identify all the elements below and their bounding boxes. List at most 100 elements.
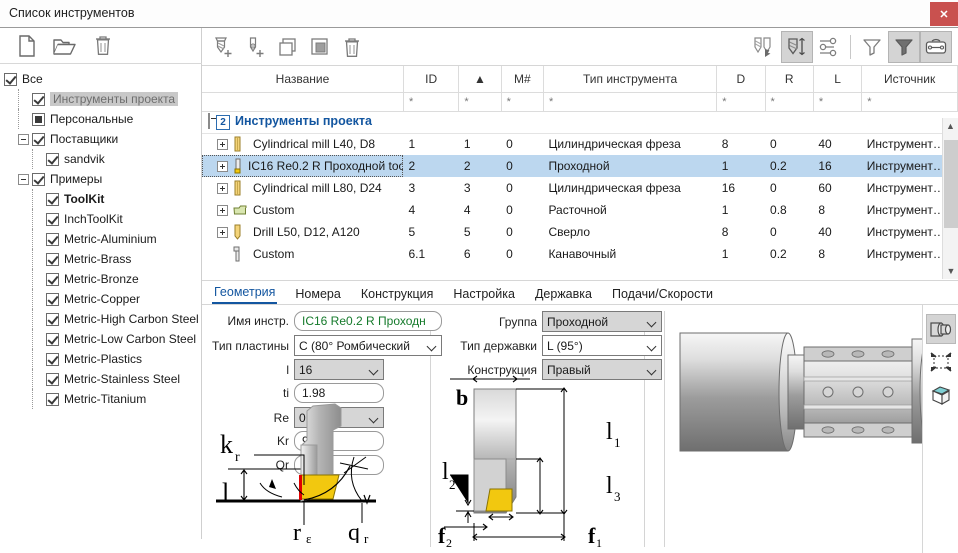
scrollbar-thumb[interactable] (944, 140, 958, 228)
tree-item-checkbox[interactable] (46, 193, 59, 206)
delete-trash-icon[interactable] (84, 31, 122, 61)
field-holder-type[interactable]: Тип державки L (95°) (442, 335, 662, 356)
open-folder-icon[interactable] (46, 31, 84, 61)
field-holder-type-select[interactable]: L (95°) (542, 335, 662, 356)
tree-item[interactable]: Metric-Brass (0, 249, 202, 269)
table-row[interactable]: Drill L50, D12, A120550Сверло8040Инструм… (202, 221, 958, 243)
tree-item[interactable]: Metric-Aluminium (0, 229, 202, 249)
tab-3[interactable]: Настройка (451, 287, 517, 304)
tree-item-checkbox[interactable] (46, 353, 59, 366)
table-filter-cell[interactable]: * (459, 92, 501, 111)
table-filter-cell[interactable] (202, 92, 403, 111)
wireframe-view-icon[interactable] (926, 347, 956, 377)
row-expand-icon[interactable] (217, 227, 228, 238)
tree-item[interactable]: Персональные (0, 109, 202, 129)
scroll-down-icon[interactable]: ▼ (943, 263, 958, 279)
field-group-select[interactable]: Проходной (542, 311, 662, 332)
tree-item[interactable]: Все (0, 69, 202, 89)
tree-collapse-icon[interactable] (18, 134, 29, 145)
tree-item[interactable]: Metric-Titanium (0, 389, 202, 409)
tree-item-checkbox[interactable] (46, 293, 59, 306)
filter-filled-icon[interactable] (888, 31, 920, 63)
tab-0[interactable]: Геометрия (212, 285, 277, 304)
solid-view-icon[interactable] (926, 314, 956, 344)
field-l-select[interactable]: 16 (294, 359, 384, 380)
add-mill-tool-icon[interactable] (208, 31, 240, 63)
tree-item-checkbox[interactable] (46, 213, 59, 226)
table-group-row[interactable]: 2Инструменты проекта (202, 111, 958, 133)
field-tool-name-input[interactable]: IC16 Re0.2 R Проходн (294, 311, 442, 331)
table-column-header-r[interactable]: R (765, 66, 813, 92)
add-turn-tool-icon[interactable] (240, 31, 272, 63)
table-vertical-scrollbar[interactable]: ▲ ▼ (942, 118, 958, 279)
table-row[interactable]: Custom440Расточной10.88Инструмент… (202, 199, 958, 221)
table-cell-name[interactable]: Cylindrical mill L40, D8 (202, 133, 403, 155)
delete-trash-icon[interactable] (336, 31, 368, 63)
tree-item[interactable]: Примеры (0, 169, 202, 189)
tab-4[interactable]: Державка (533, 287, 594, 304)
table-column-header-id[interactable]: ID (403, 66, 458, 92)
tree-item-checkbox[interactable] (4, 73, 17, 86)
table-column-header-l[interactable]: L (813, 66, 861, 92)
tree-item-checkbox[interactable] (46, 313, 59, 326)
table-row[interactable]: Cylindrical mill L80, D24330Цилиндрическ… (202, 177, 958, 199)
tree-item[interactable]: Поставщики (0, 129, 202, 149)
tree-item[interactable]: Metric-Bronze (0, 269, 202, 289)
tree-item[interactable]: Metric-Plastics (0, 349, 202, 369)
box-view-icon[interactable] (926, 380, 956, 410)
tree-item-checkbox[interactable] (32, 133, 45, 146)
group-collapse-icon[interactable] (208, 113, 210, 129)
table-column-header-type[interactable]: Тип инструмента (543, 66, 716, 92)
tool-3d-preview[interactable] (668, 311, 918, 551)
tree-item-checkbox[interactable] (32, 173, 45, 186)
tree-item[interactable]: Metric-Copper (0, 289, 202, 309)
tab-2[interactable]: Конструкция (359, 287, 436, 304)
table-header-row[interactable]: НазваниеID▲M#Тип инструментаDRLИсточник (202, 66, 958, 92)
table-column-header-source[interactable]: Источник (862, 66, 958, 92)
field-l[interactable]: l 16 (208, 359, 384, 380)
tree-item[interactable]: sandvik (0, 149, 202, 169)
table-column-header-mnum[interactable]: M# (501, 66, 543, 92)
scroll-up-icon[interactable]: ▲ (943, 118, 958, 134)
library-tree[interactable]: ВсеИнструменты проектаПерсональныеПостав… (0, 65, 202, 539)
field-insert-type-select[interactable]: C (80° Ромбический (294, 335, 442, 356)
table-cell-name[interactable]: Drill L50, D12, A120 (202, 221, 403, 243)
table-row[interactable]: IC16 Re0.2 R Проходной tool220Проходной1… (202, 155, 958, 177)
table-cell-name[interactable]: IC16 Re0.2 R Проходной tool (202, 155, 403, 177)
row-expand-icon[interactable] (217, 161, 228, 172)
tree-collapse-icon[interactable] (18, 174, 29, 185)
tree-item-checkbox[interactable] (46, 233, 59, 246)
tree-item-checkbox[interactable] (46, 253, 59, 266)
tree-item-checkbox[interactable] (46, 273, 59, 286)
select-tool-icon[interactable] (749, 31, 781, 63)
new-icon[interactable] (8, 31, 46, 61)
tab-1[interactable]: Номера (293, 287, 342, 304)
close-window-button[interactable]: ✕ (930, 2, 958, 26)
tree-item-checkbox[interactable] (46, 373, 59, 386)
table-filter-cell[interactable]: * (813, 92, 861, 111)
tab-5[interactable]: Подачи/Скорости (610, 287, 715, 304)
field-tool-name[interactable]: Имя инстр. IC16 Re0.2 R Проходн (208, 311, 442, 331)
tree-item[interactable]: Инструменты проекта (0, 89, 202, 109)
table-filter-cell[interactable]: * (765, 92, 813, 111)
table-filter-cell[interactable]: * (717, 92, 765, 111)
row-expand-icon[interactable] (217, 183, 228, 194)
table-cell-name[interactable]: Custom (202, 199, 403, 221)
table-column-header-name[interactable]: Название (202, 66, 403, 92)
table-row[interactable]: Custom6.160Канавочный10.28Инструмент… (202, 243, 958, 265)
table-cell-name[interactable]: Custom (202, 243, 403, 265)
detail-tabs[interactable]: Геометрия Номера Конструкция Настройка Держа… (202, 281, 958, 305)
table-row[interactable]: Cylindrical mill L40, D8110Цилиндрическа… (202, 133, 958, 155)
tree-item[interactable]: InchToolKit (0, 209, 202, 229)
tree-item[interactable]: Metric-Stainless Steel (0, 369, 202, 389)
row-expand-icon[interactable] (217, 139, 228, 150)
table-filter-cell[interactable]: * (501, 92, 543, 111)
table-filter-cell[interactable]: * (403, 92, 458, 111)
field-group[interactable]: Группа Проходной (442, 311, 662, 332)
tree-item-checkbox[interactable] (32, 93, 45, 106)
tree-item-checkbox[interactable] (32, 113, 45, 126)
tree-item-checkbox[interactable] (46, 393, 59, 406)
settings-sliders-icon[interactable] (813, 31, 845, 63)
table-filter-cell[interactable]: * (543, 92, 716, 111)
table-filter-row[interactable]: ******** (202, 92, 958, 111)
